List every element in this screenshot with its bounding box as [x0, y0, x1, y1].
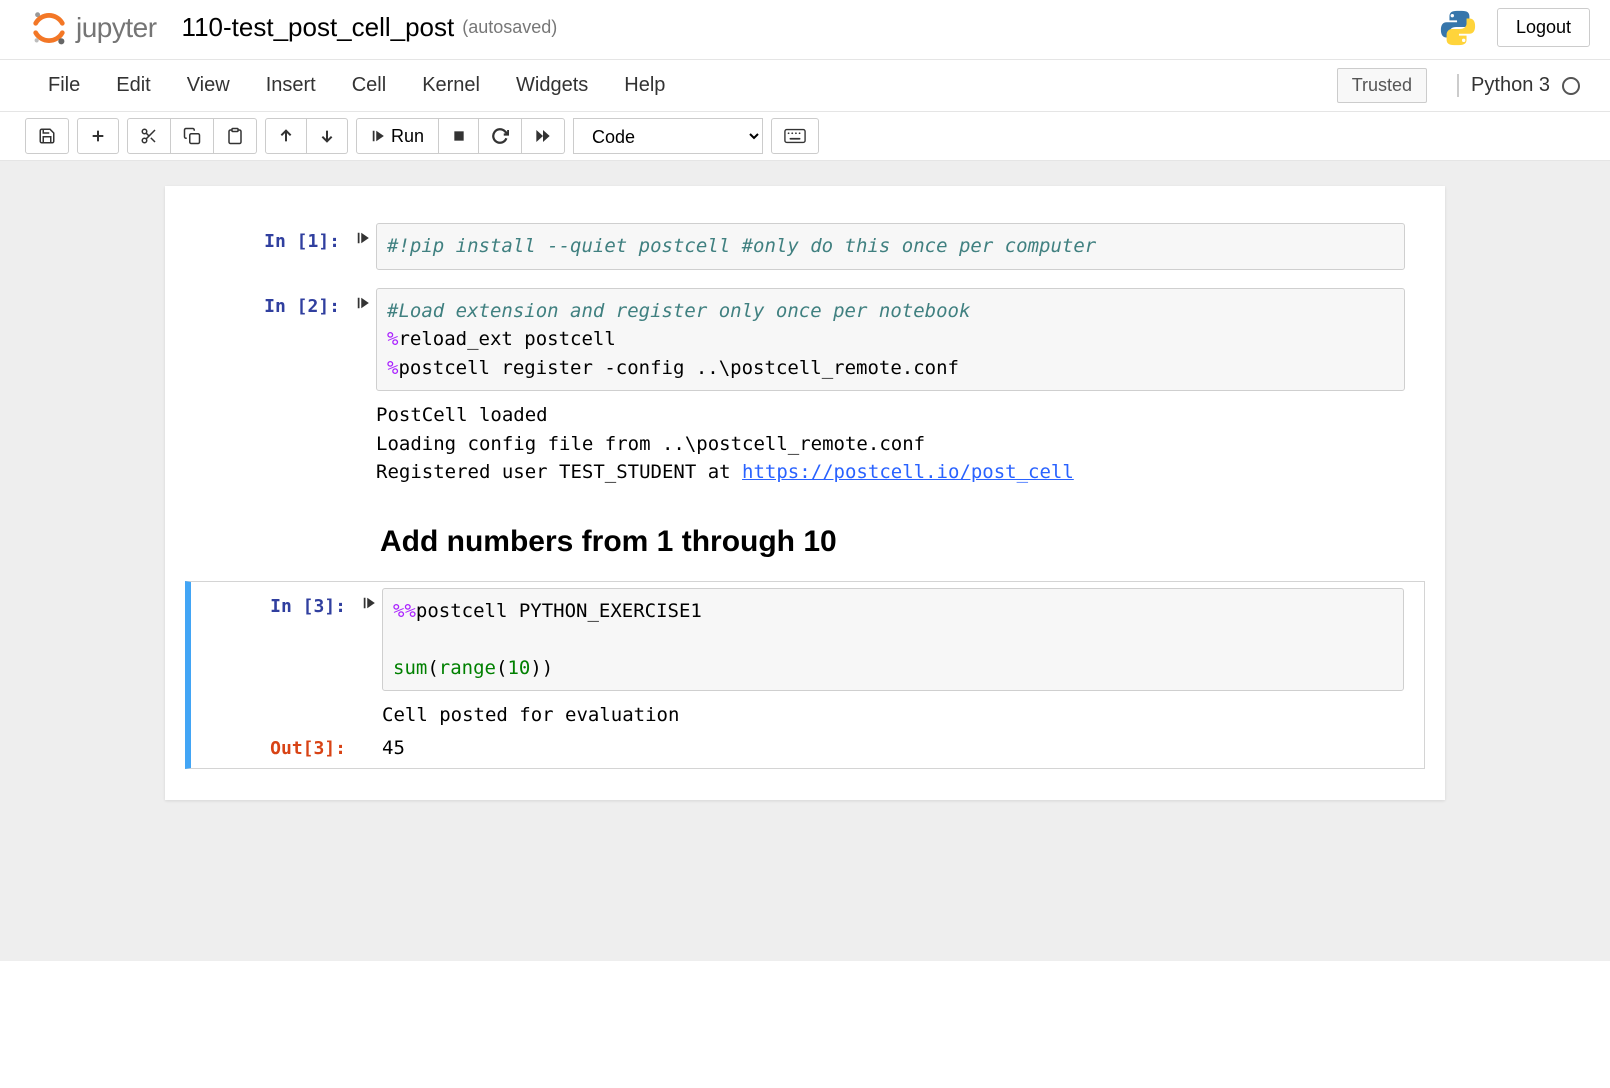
save-button[interactable] [25, 118, 69, 154]
notebook-name[interactable]: 110-test_post_cell_post [182, 12, 455, 43]
stop-icon [452, 129, 466, 143]
trusted-badge[interactable]: Trusted [1337, 68, 1427, 103]
output-text: Cell posted for evaluation [382, 691, 1404, 730]
code-cell-selected[interactable]: In [3]: %%postcell PYTHON_EXERCISE1 sum(… [185, 581, 1425, 770]
run-cell-button[interactable] [350, 223, 376, 270]
run-icon [362, 596, 376, 610]
markdown-cell[interactable]: Add numbers from 1 through 10 [185, 499, 1425, 575]
menu-view[interactable]: View [169, 68, 248, 103]
menu-help[interactable]: Help [606, 68, 683, 103]
run-icon [356, 296, 370, 310]
restart-icon [491, 127, 509, 145]
input-prompt: In [3]: [191, 588, 356, 730]
menu-cell[interactable]: Cell [334, 68, 404, 103]
paste-icon [226, 127, 244, 145]
menu-kernel[interactable]: Kernel [404, 68, 498, 103]
menu-file[interactable]: File [30, 68, 98, 103]
restart-run-all-button[interactable] [522, 118, 565, 154]
output-text: PostCell loaded Loading config file from… [376, 391, 1405, 487]
kernel-name[interactable]: Python 3 [1457, 74, 1580, 97]
plus-icon [90, 128, 106, 144]
restart-button[interactable] [479, 118, 522, 154]
header: jupyter 110-test_post_cell_post (autosav… [0, 0, 1610, 60]
run-icon [356, 231, 370, 245]
copy-icon [183, 127, 201, 145]
code-input[interactable]: #Load extension and register only once p… [376, 288, 1405, 392]
add-cell-button[interactable] [77, 118, 119, 154]
copy-button[interactable] [171, 118, 214, 154]
markdown-heading: Add numbers from 1 through 10 [380, 525, 1405, 559]
move-up-button[interactable] [265, 118, 307, 154]
python-logo-icon [1439, 9, 1477, 47]
save-icon [38, 127, 56, 145]
input-prompt: In [1]: [185, 223, 350, 270]
output-prompt: Out[3]: [191, 730, 356, 763]
toolbar: Run Code [0, 112, 1610, 161]
jupyter-logo-text: jupyter [76, 12, 157, 44]
jupyter-logo[interactable]: jupyter [30, 9, 157, 47]
code-cell[interactable]: In [1]: #!pip install --quiet postcell #… [185, 217, 1425, 276]
menubar: File Edit View Insert Cell Kernel Widget… [0, 60, 1610, 112]
input-prompt: In [2]: [185, 288, 350, 487]
code-cell[interactable]: In [2]: #Load extension and register onl… [185, 282, 1425, 493]
notebook-area: In [1]: #!pip install --quiet postcell #… [0, 161, 1610, 961]
fast-forward-icon [534, 128, 552, 144]
kernel-indicator-icon [1562, 77, 1580, 95]
run-button[interactable]: Run [356, 118, 439, 154]
menu-insert[interactable]: Insert [248, 68, 334, 103]
run-label: Run [391, 126, 424, 147]
arrow-down-icon [319, 128, 335, 144]
arrow-up-icon [278, 128, 294, 144]
cut-button[interactable] [127, 118, 171, 154]
jupyter-logo-icon [30, 9, 68, 47]
run-icon [371, 129, 385, 143]
command-palette-button[interactable] [771, 118, 819, 154]
logout-button[interactable]: Logout [1497, 8, 1590, 47]
move-down-button[interactable] [307, 118, 348, 154]
code-input[interactable]: %%postcell PYTHON_EXERCISE1 sum(range(10… [382, 588, 1404, 692]
run-cell-button[interactable] [356, 588, 382, 730]
menu-edit[interactable]: Edit [98, 68, 168, 103]
output-link[interactable]: https://postcell.io/post_cell [742, 461, 1074, 483]
save-status: (autosaved) [462, 17, 557, 38]
cell-type-select[interactable]: Code [573, 118, 763, 154]
menu-widgets[interactable]: Widgets [498, 68, 606, 103]
run-cell-button[interactable] [350, 288, 376, 487]
kernel-name-label: Python 3 [1471, 74, 1550, 97]
code-input[interactable]: #!pip install --quiet postcell #only do … [376, 223, 1405, 270]
scissors-icon [140, 127, 158, 145]
notebook-container: In [1]: #!pip install --quiet postcell #… [165, 186, 1445, 800]
keyboard-icon [784, 128, 806, 144]
interrupt-button[interactable] [439, 118, 479, 154]
output-result: 45 [382, 730, 1404, 763]
paste-button[interactable] [214, 118, 257, 154]
